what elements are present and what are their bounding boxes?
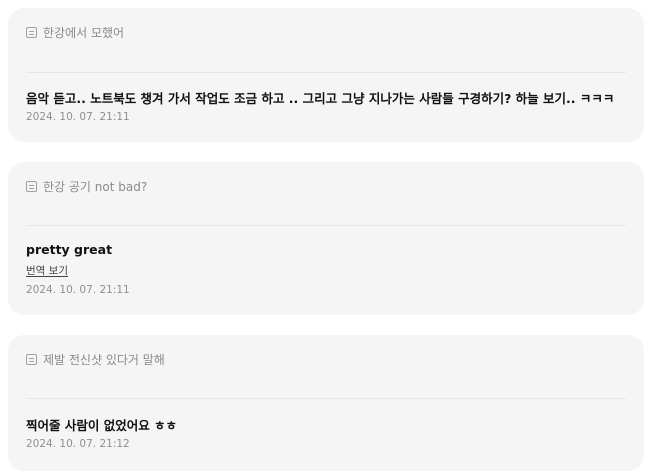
timestamp: 2024. 10. 07. 21:11 <box>26 111 130 123</box>
quote-icon <box>26 181 37 192</box>
quoted-question-text: 한강에서 모했어 <box>43 26 125 40</box>
divider <box>26 398 626 399</box>
quoted-question-text: 제발 전신샷 있다거 말해 <box>43 353 165 367</box>
translate-link[interactable]: 번역 보기 <box>26 263 68 278</box>
reply-message: 찍어줄 사람이 없었어요 ㅎㅎ <box>26 418 178 433</box>
divider <box>26 72 626 73</box>
quoted-question: 한강에서 모했어 <box>26 24 124 41</box>
quote-icon <box>26 354 37 365</box>
reply-card[interactable]: 한강에서 모했어 음악 듣고.. 노트북도 챙겨 가서 작업도 조금 하고 ..… <box>8 8 644 142</box>
reply-card[interactable]: 제발 전신샷 있다거 말해 찍어줄 사람이 없었어요 ㅎㅎ 2024. 10. … <box>8 335 644 471</box>
divider <box>26 225 626 226</box>
quoted-question: 한강 공기 not bad? <box>26 178 147 195</box>
reply-message: 음악 듣고.. 노트북도 챙겨 가서 작업도 조금 하고 .. 그리고 그냥 지… <box>26 91 615 106</box>
timestamp: 2024. 10. 07. 21:11 <box>26 284 130 296</box>
reply-message: pretty great <box>26 242 113 257</box>
quoted-question: 제발 전신샷 있다거 말해 <box>26 351 165 368</box>
timestamp: 2024. 10. 07. 21:12 <box>26 438 130 450</box>
message-feed: 한강에서 모했어 음악 듣고.. 노트북도 챙겨 가서 작업도 조금 하고 ..… <box>0 0 660 476</box>
quote-icon <box>26 27 37 38</box>
reply-card[interactable]: 한강 공기 not bad? pretty great 번역 보기 2024. … <box>8 162 644 315</box>
quoted-question-text: 한강 공기 not bad? <box>43 180 148 194</box>
